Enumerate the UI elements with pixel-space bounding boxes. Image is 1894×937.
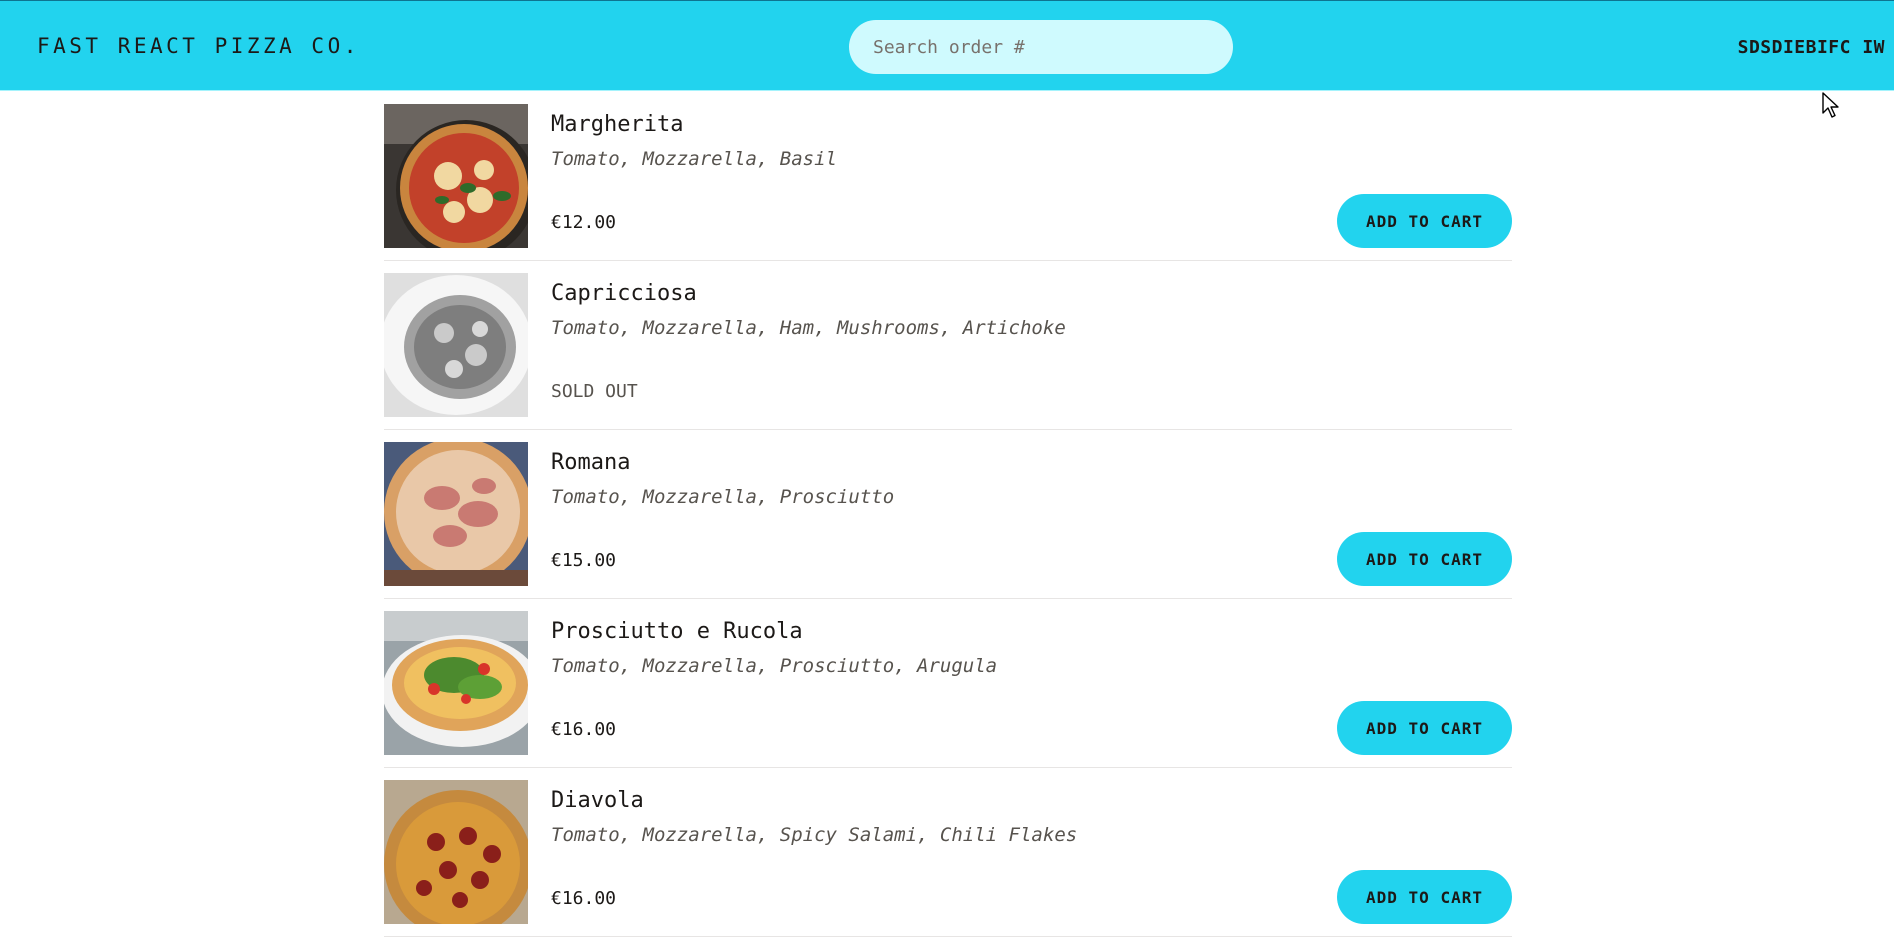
- mouse-cursor-icon: [1822, 92, 1839, 118]
- pizza-ingredients: Tomato, Mozzarella, Ham, Mushrooms, Arti…: [551, 317, 1066, 339]
- pizza-name: Capricciosa: [551, 281, 697, 306]
- search-order-input[interactable]: [849, 20, 1233, 74]
- menu-item: Romana Tomato, Mozzarella, Prosciutto €1…: [384, 430, 1512, 599]
- pizza-ingredients: Tomato, Mozzarella, Basil: [551, 148, 837, 170]
- sold-out-label: Sold out: [551, 381, 638, 402]
- add-to-cart-button[interactable]: Add to cart: [1337, 701, 1512, 755]
- pizza-menu: Margherita Tomato, Mozzarella, Basil €12…: [384, 92, 1512, 937]
- pizza-price: €16.00: [551, 719, 617, 740]
- pizza-price: €16.00: [551, 888, 617, 909]
- menu-item: Prosciutto e Rucola Tomato, Mozzarella, …: [384, 599, 1512, 768]
- pizza-name: Prosciutto e Rucola: [551, 619, 803, 644]
- add-to-cart-button[interactable]: Add to cart: [1337, 532, 1512, 586]
- logo-link[interactable]: Fast React Pizza Co.: [37, 34, 360, 58]
- pizza-price: €15.00: [551, 550, 617, 571]
- pizza-price: €12.00: [551, 212, 617, 233]
- username: SDSDIEBIFC IW: [1737, 37, 1885, 58]
- pizza-ingredients: Tomato, Mozzarella, Prosciutto, Arugula: [551, 655, 998, 677]
- pizza-romana-image: [384, 442, 528, 586]
- pizza-name: Diavola: [551, 788, 644, 813]
- pizza-prosciutto-rucola-image: [384, 611, 528, 755]
- pizza-ingredients: Tomato, Mozzarella, Prosciutto: [551, 486, 895, 508]
- add-to-cart-button[interactable]: Add to cart: [1337, 194, 1512, 248]
- pizza-name: Romana: [551, 450, 631, 475]
- pizza-ingredients: Tomato, Mozzarella, Spicy Salami, Chili …: [551, 824, 1078, 846]
- pizza-margherita-image: [384, 104, 528, 248]
- app-header: Fast React Pizza Co. SDSDIEBIFC IW: [0, 0, 1894, 91]
- pizza-capricciosa-image: [384, 273, 528, 417]
- menu-item: Capricciosa Tomato, Mozzarella, Ham, Mus…: [384, 261, 1512, 430]
- menu-item: Margherita Tomato, Mozzarella, Basil €12…: [384, 92, 1512, 261]
- menu-item: Diavola Tomato, Mozzarella, Spicy Salami…: [384, 768, 1512, 937]
- pizza-diavola-image: [384, 780, 528, 924]
- pizza-name: Margherita: [551, 112, 684, 137]
- add-to-cart-button[interactable]: Add to cart: [1337, 870, 1512, 924]
